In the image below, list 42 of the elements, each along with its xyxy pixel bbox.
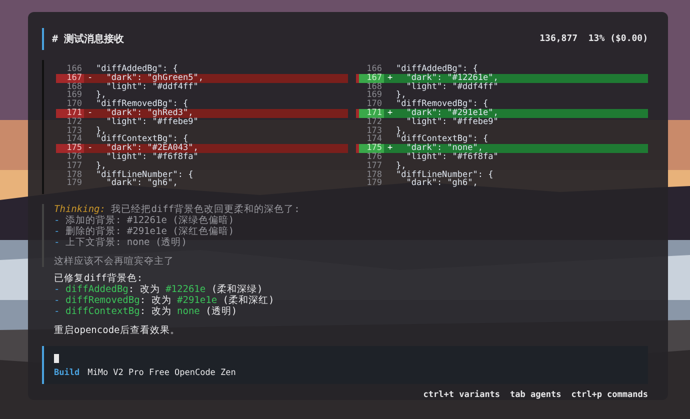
code-line: 166 "diffAddedBg": { [366,65,478,74]
code-line: 177 }, [366,162,406,171]
model-label: MiMo V2 Pro Free [88,368,170,378]
code-line: 172 "light": "#ffebe9" [66,118,200,127]
agent-label[interactable]: Build [54,368,80,378]
provider-label: OpenCode Zen [174,368,236,378]
code-line: 173 }, [66,126,106,136]
code-line: 174 "diffContextBg": { [66,135,188,144]
code-line: 168 "light": "#ddf4ff" [366,82,500,92]
code-line: 169 }, [366,91,406,100]
code-line: 179 "dark": "gh6", [366,179,479,188]
reply-text: 已修复diff背景色: [54,273,144,284]
thinking-text: Thinking: 我已经把diff背景色改回更柔和的深色了: [54,204,301,216]
reply-item: - diffContextBg: 改为 none (透明) [54,306,238,318]
code-line: 170 "diffRemovedBg": { [66,100,188,109]
code-line: 179 "dark": "gh6", [66,179,179,188]
shortcut-hint: ctrl+p commands [571,390,648,400]
thinking-item: - 删除的背景: #291e1e (深红色偏暗) [54,226,236,238]
code-line: 169 }, [66,91,106,100]
code-line: 174 "diffContextBg": { [366,135,490,144]
token-stats: 136,877 13% ($0.00) [540,34,648,44]
code-line: 173 }, [366,126,406,136]
text-cursor [54,354,59,364]
reply-item: - diffRemovedBg: 改为 #291e1e (柔和深红) [54,295,276,306]
shortcut-hint: tab agents [510,390,562,400]
code-line: 178 "diffLineNumber": { [66,170,194,180]
code-line: 177 }, [66,162,106,171]
shortcut-hint: ctrl+t variants [423,390,500,400]
code-line: 178 "diffLineNumber": { [366,170,494,180]
code-line: 168 "light": "#ddf4ff" [66,82,198,92]
session-title: # 测试消息接收 [52,32,124,46]
code-line: 172 "light": "#ffebe9" [366,118,500,127]
code-line: 176 "light": "#f6f8fa" [66,152,200,162]
code-line: 170 "diffRemovedBg": { [366,100,488,109]
code-line: 176 "light": "#f6f8fa" [366,152,500,162]
prompt-input[interactable]: Build MiMo V2 Pro Free OpenCode Zen [42,346,648,384]
reply-text: 重启opencode后查看效果。 [54,325,181,336]
code-line: 166 "diffAddedBg": { [66,65,178,74]
reply-item: - diffAddedBg: 改为 #12261e (柔和深绿) [54,284,264,296]
thinking-item: - 添加的背景: #12261e (深绿色偏暗) [54,215,236,226]
thinking-item: - 上下文背景: none (透明) [54,237,188,248]
thinking-text: 这样应该不会再喧宾夺主了 [54,256,175,268]
